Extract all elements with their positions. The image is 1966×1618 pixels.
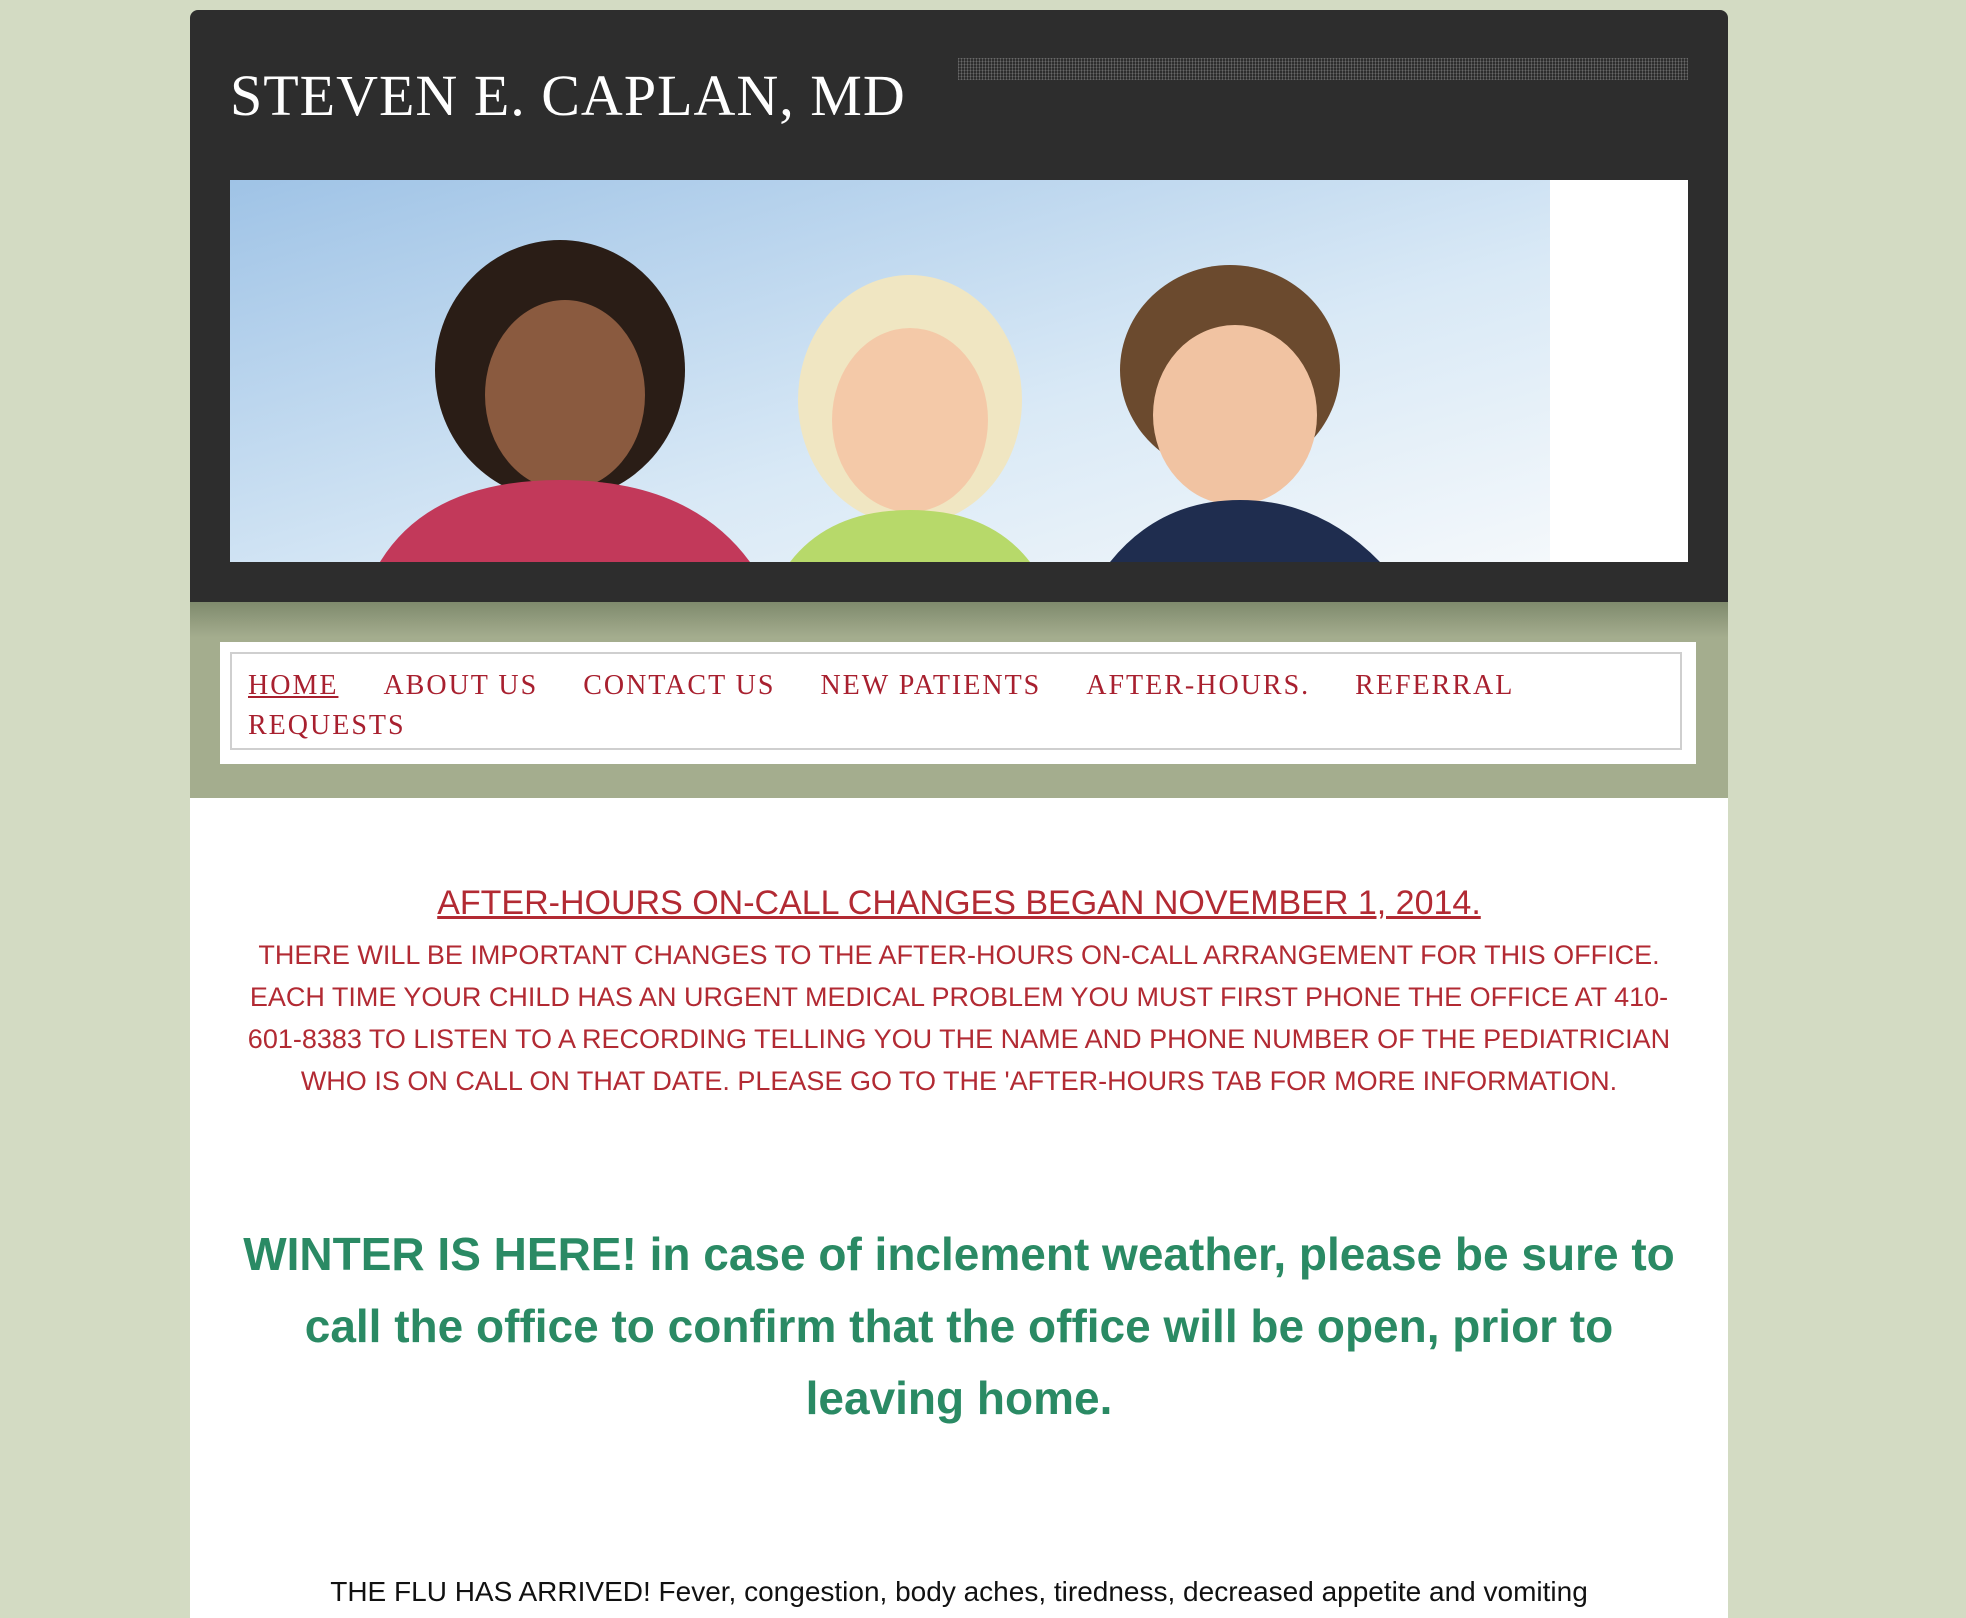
nav-link-home[interactable]: HOME <box>248 670 338 701</box>
winter-weather-notice: WINTER IS HERE! in case of inclement wea… <box>243 1228 1675 1424</box>
nav-link-about-us[interactable]: ABOUT US <box>383 670 538 701</box>
banner-image <box>230 180 1688 562</box>
navigation-box: HOME ABOUT US CONTACT US NEW PATIENTS AF… <box>220 642 1696 764</box>
after-hours-notice-body: THERE WILL BE IMPORTANT CHANGES TO THE A… <box>247 940 1671 1096</box>
navigation-band: HOME ABOUT US CONTACT US NEW PATIENTS AF… <box>190 602 1728 798</box>
nav-item-contact-us: CONTACT US <box>583 670 775 701</box>
site-header: STEVEN E. CAPLAN, MD <box>190 10 1728 602</box>
site-title[interactable]: STEVEN E. CAPLAN, MD <box>230 62 906 129</box>
page-wrapper: STEVEN E. CAPLAN, MD HOME ABOUT US CONTA… <box>190 10 1728 1618</box>
nav-link-new-patients[interactable]: NEW PATIENTS <box>820 670 1041 701</box>
nav-item-about-us: ABOUT US <box>383 670 538 701</box>
nav-item-new-patients: NEW PATIENTS <box>820 670 1041 701</box>
main-navigation: HOME ABOUT US CONTACT US NEW PATIENTS AF… <box>248 666 1648 746</box>
header-decoration <box>958 58 1688 80</box>
nav-link-after-hours[interactable]: AFTER-HOURS. <box>1086 670 1310 701</box>
banner-photo <box>230 180 1688 562</box>
after-hours-notice-title: AFTER-HOURS ON-CALL CHANGES BEGAN NOVEMB… <box>437 884 1481 922</box>
navigation-inner: HOME ABOUT US CONTACT US NEW PATIENTS AF… <box>230 652 1682 750</box>
nav-item-home: HOME <box>248 670 338 701</box>
nav-item-after-hours: AFTER-HOURS. <box>1086 670 1310 701</box>
main-content: AFTER-HOURS ON-CALL CHANGES BEGAN NOVEMB… <box>190 798 1728 1618</box>
nav-link-contact-us[interactable]: CONTACT US <box>583 670 775 701</box>
flu-notice: THE FLU HAS ARRIVED! Fever, congestion, … <box>330 1576 1588 1607</box>
